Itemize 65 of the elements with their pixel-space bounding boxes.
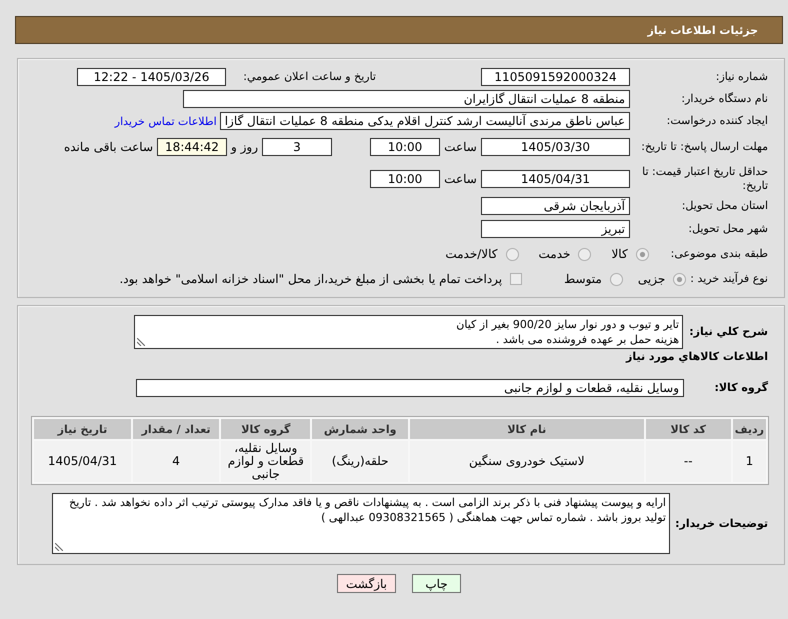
requester-field[interactable]: عباس ناطق مرندی آنالیست ارشد کنترل اقلام یدکی منطقه 8 عملیات انتقال گازا (220, 112, 630, 130)
validity-date-field[interactable]: 1405/04/31 (481, 170, 630, 188)
radio-button[interactable] (636, 248, 649, 260)
need-number-field[interactable]: 1105091592000324 (481, 68, 630, 86)
time-label: ساعت (443, 172, 478, 186)
table-cell: 1405/04/31 (34, 441, 131, 482)
column-header: کد کالا (646, 419, 731, 439)
description-textarea[interactable]: تایر و تیوب و دور نوار سایز 900/20 بغیر از کیان هزینه حمل بر عهده فروشنده می باشد . (134, 315, 683, 349)
option-label: متوسط (564, 272, 602, 286)
field-label: شماره نیاز: (716, 70, 768, 84)
checkbox[interactable] (510, 273, 522, 285)
field-label: شرح کلي نیاز: (689, 325, 768, 339)
remaining-label: ساعت باقی مانده (64, 140, 153, 154)
option-label: خدمت (538, 247, 570, 261)
remaining-time-field[interactable]: 18:44:42 (157, 138, 227, 156)
table-cell: 1 (732, 441, 766, 482)
column-header: تاریخ نیاز (34, 419, 131, 439)
field-label: طبقه بندی موضوعی: (670, 247, 768, 261)
field-label: توضیحات خریدار: (675, 516, 768, 530)
column-header: تعداد / مقدار (132, 419, 220, 439)
page-title: جزئیات اطلاعات نیاز (648, 24, 758, 36)
option-label: کالا (611, 247, 628, 261)
table-cell: وسایل نقلیه، قطعات و لوازم جانبی (221, 441, 310, 482)
radio-button[interactable] (673, 272, 686, 286)
table-cell: حلقه(رینگ) (312, 441, 408, 482)
deadline-time-field[interactable]: 10:00 (370, 138, 440, 156)
field-label: تاریخ و ساعت اعلان عمومي: (243, 70, 376, 84)
checkbox-label: پرداخت تمام یا بخشی از مبلغ خرید،از محل "اسناد خزانه اسلامی" خواهد بود. (119, 272, 502, 286)
field-label: مهلت ارسال پاسخ: تا تاریخ: (641, 140, 768, 154)
field-label: شهر محل تحویل: (688, 222, 768, 236)
buyer-contact-link[interactable]: اطلاعات تماس خریدار (114, 114, 217, 128)
radio-button[interactable] (610, 272, 623, 286)
field-label: نوع فرآیند خرید : (690, 272, 768, 286)
field-label: استان محل تحویل: (682, 199, 768, 213)
back-button[interactable]: بازگشت (337, 574, 396, 593)
column-header: نام کالا (410, 419, 644, 439)
goods-group-field[interactable]: وسایل نقلیه، قطعات و لوازم جانبی (136, 379, 684, 397)
table-cell: 4 (132, 441, 220, 482)
deadline-date-field[interactable]: 1405/03/30 (481, 138, 630, 156)
print-button[interactable]: چاپ (412, 574, 461, 593)
option-label: کالا/خدمت (445, 247, 498, 261)
option-label: جزیی (638, 272, 666, 286)
field-label: نام دستگاه خریدار: (681, 92, 768, 106)
validity-time-field[interactable]: 10:00 (370, 170, 440, 188)
buyer-org-field[interactable]: منطقه 8 عملیات انتقال گازایران (183, 90, 630, 108)
resize-grip-icon[interactable] (137, 338, 145, 346)
buyer-notes-textarea[interactable]: ارایه و پیوست پیشنهاد فنی با ذکر برند الزامی است . به پیشنهادات ناقص و یا فاقد مدارک پیوستی ترتیب اثر داده نخواهد شد . تاریخ تولید بروز باشد . شماره تماس جهت هماهنگی ( 09308321565 عبدالهی ) (52, 493, 670, 554)
city-field[interactable]: تبریز (481, 220, 630, 238)
days-field[interactable]: 3 (262, 138, 332, 156)
column-header: ردیف (732, 419, 766, 439)
days-label: روز و (230, 140, 259, 154)
field-label: ایجاد کننده درخواست: (666, 114, 768, 128)
time-label: ساعت (443, 140, 478, 154)
table-cell: لاستیک خودروی سنگین (410, 441, 644, 482)
radio-button[interactable] (578, 248, 592, 260)
announce-date-field[interactable]: 1405/03/26 - 12:22 (77, 68, 226, 86)
column-header: گروه کالا (221, 419, 310, 439)
table-cell: -- (646, 441, 731, 482)
field-label: گروه کالا: (714, 381, 768, 395)
section-heading: اطلاعات کالاهاي مورد نياز (626, 350, 768, 364)
province-field[interactable]: آذربایجان شرقی (481, 197, 630, 215)
column-header: واحد شمارش (312, 419, 408, 439)
radio-button[interactable] (506, 248, 518, 260)
field-label: حداقل تاریخ اعتبار قیمت: تا تاریخ: (641, 165, 768, 193)
resize-grip-icon[interactable] (55, 543, 63, 551)
